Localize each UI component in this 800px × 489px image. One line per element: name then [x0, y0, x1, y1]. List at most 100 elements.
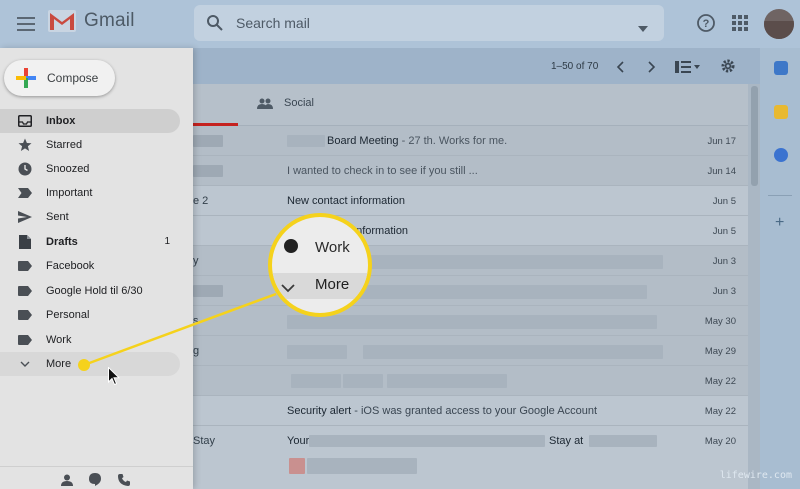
- tasks-icon[interactable]: [774, 148, 788, 162]
- clock-icon: [18, 162, 32, 176]
- email-snippet: I wanted to check in to see if you still…: [287, 165, 478, 177]
- plus-icon: [16, 68, 36, 88]
- sidebar-item-starred[interactable]: Starred: [0, 133, 180, 157]
- email-date: Jun 14: [707, 166, 736, 177]
- redacted-text: [287, 345, 347, 359]
- add-addon-icon[interactable]: +: [775, 214, 784, 232]
- zoom-callout: Work More: [268, 213, 372, 317]
- email-row[interactable]: Stay Your Stay at May 20: [193, 426, 748, 489]
- redacted-text: [287, 315, 657, 329]
- sidebar-item-work[interactable]: Work: [0, 328, 180, 352]
- watermark: lifewire.com: [719, 470, 792, 481]
- inbox-icon: [18, 114, 32, 128]
- compose-button[interactable]: Compose: [4, 60, 115, 96]
- email-row[interactable]: Board Meeting - 27 th. Works for me. Jun…: [193, 126, 748, 156]
- email-row[interactable]: May 22: [193, 366, 748, 396]
- search-bar[interactable]: [194, 5, 664, 41]
- redacted-text: [307, 458, 417, 474]
- email-date: Jun 5: [712, 196, 736, 207]
- keep-icon[interactable]: [774, 105, 788, 119]
- important-icon: [18, 186, 32, 200]
- label-dot-icon: [284, 239, 298, 253]
- people-icon: [257, 98, 273, 109]
- category-tabs: Social: [193, 84, 748, 126]
- svg-text:?: ?: [703, 18, 710, 30]
- sidebar-item-more[interactable]: More: [0, 352, 180, 376]
- nav-drawer: Compose Inbox Starred Snoozed Important …: [0, 48, 193, 489]
- hangouts-icon[interactable]: [89, 473, 101, 489]
- redacted-text: [291, 374, 341, 388]
- app-name: Gmail: [84, 10, 135, 31]
- email-subject: Security alert - iOS was granted access …: [287, 405, 597, 417]
- email-date: May 30: [704, 316, 736, 327]
- top-bar: Gmail ?: [0, 0, 800, 48]
- scrollbar-thumb[interactable]: [751, 86, 758, 186]
- hangouts-bar: [0, 466, 193, 489]
- email-date: Jun 5: [712, 226, 736, 237]
- prev-page-icon[interactable]: [616, 60, 626, 78]
- email-row[interactable]: Security alert - iOS was granted access …: [193, 396, 748, 426]
- redacted-text: [309, 435, 545, 447]
- redacted-sender: [193, 135, 223, 147]
- callout-anchor-dot: [78, 359, 90, 371]
- email-date: May 22: [704, 406, 736, 417]
- redacted-sender: [193, 165, 223, 177]
- email-subject-continued: Stay at: [549, 435, 584, 447]
- label-icon: [18, 333, 32, 347]
- split-pane-icon[interactable]: [675, 60, 701, 78]
- next-page-icon[interactable]: [646, 60, 656, 78]
- sidebar-item-google-hold[interactable]: Google Hold til 6/30: [0, 279, 180, 303]
- email-sender: e 2: [193, 195, 209, 207]
- tab-social[interactable]: Social: [257, 97, 314, 109]
- help-icon[interactable]: ?: [696, 13, 716, 38]
- search-icon[interactable]: [206, 14, 224, 32]
- compose-label: Compose: [47, 71, 99, 85]
- redacted-text: [287, 135, 325, 147]
- redacted-text: [589, 435, 657, 447]
- label-icon: [18, 284, 32, 298]
- hamburger-icon: [17, 17, 35, 31]
- callout-more-label: More: [315, 276, 350, 293]
- apps-grid-icon[interactable]: [732, 15, 748, 36]
- sidebar-item-snoozed[interactable]: Snoozed: [0, 157, 180, 181]
- sidebar-item-drafts[interactable]: Drafts 1: [0, 230, 180, 254]
- email-subject: Board Meeting - 27 th. Works for me.: [327, 135, 508, 147]
- account-avatar[interactable]: [764, 9, 794, 39]
- sidebar-item-facebook[interactable]: Facebook: [0, 254, 180, 278]
- calendar-icon[interactable]: [774, 61, 788, 75]
- email-sender: Stay: [193, 435, 216, 447]
- sidebar-item-sent[interactable]: Sent: [0, 205, 180, 229]
- email-sender: g: [193, 345, 200, 357]
- email-date: May 29: [704, 346, 736, 357]
- email-sender: y: [193, 255, 199, 267]
- redacted-sender: [193, 285, 223, 297]
- sidebar-item-personal[interactable]: Personal: [0, 303, 180, 327]
- phone-icon[interactable]: [118, 473, 130, 489]
- pagination-text: 1–50 of 70: [551, 61, 599, 72]
- email-row[interactable]: e 2 New contact information Jun 5: [193, 186, 748, 216]
- tab-social-label: Social: [284, 97, 314, 109]
- person-icon[interactable]: [61, 473, 73, 489]
- label-icon: [18, 259, 32, 273]
- search-input[interactable]: [236, 15, 616, 31]
- email-date: Jun 3: [712, 256, 736, 267]
- star-icon: [18, 138, 32, 152]
- chevron-down-icon: [18, 357, 32, 371]
- email-subject: New contact information: [287, 195, 405, 207]
- main-menu-button[interactable]: [14, 12, 38, 36]
- email-row[interactable]: I wanted to check in to see if you still…: [193, 156, 748, 186]
- sidebar-item-important[interactable]: Important: [0, 181, 180, 205]
- redacted-text: [343, 374, 383, 388]
- email-row[interactable]: s May 30: [193, 306, 748, 336]
- email-row[interactable]: g May 29: [193, 336, 748, 366]
- send-icon: [18, 210, 32, 224]
- settings-gear-icon[interactable]: [720, 58, 736, 79]
- attachment-chip[interactable]: [289, 458, 305, 474]
- search-options-icon[interactable]: [638, 19, 648, 37]
- email-date: May 20: [704, 436, 736, 447]
- sidebar-item-inbox[interactable]: Inbox: [0, 109, 180, 133]
- gmail-logo[interactable]: Gmail: [48, 10, 135, 32]
- gmail-m-icon: [48, 10, 76, 32]
- mouse-cursor-icon: [108, 367, 120, 386]
- draft-icon: [18, 235, 32, 249]
